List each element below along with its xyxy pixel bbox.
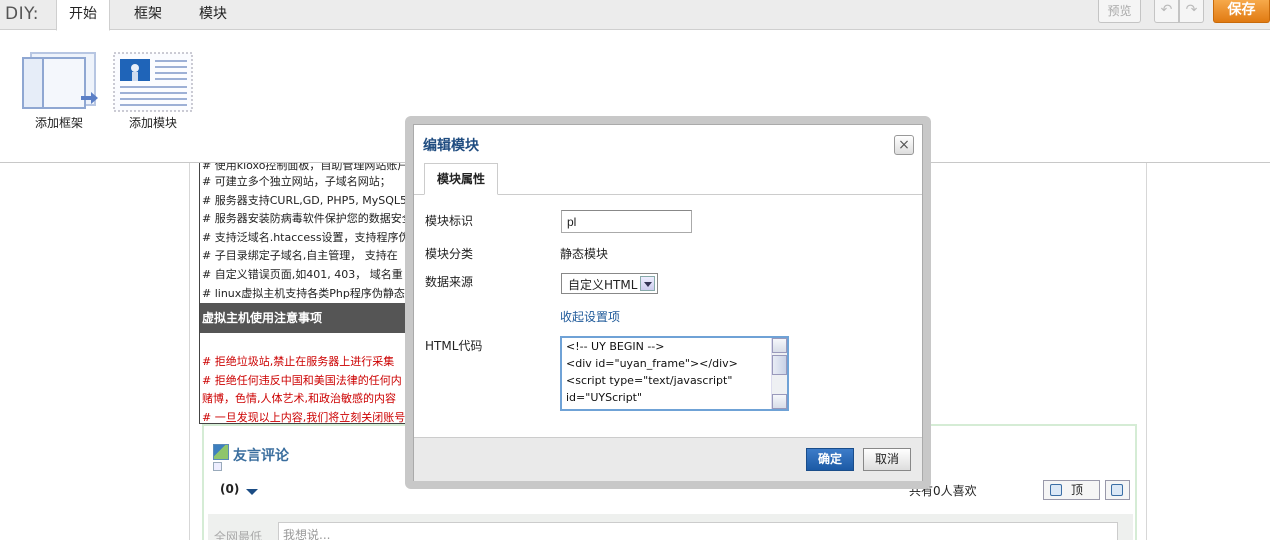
html-code-textarea[interactable]: <!-- UY BEGIN --> <div id="uyan_frame"><… (560, 336, 789, 411)
redo-icon: ↷ (1185, 2, 1198, 18)
diy-brand-label: DIY: (5, 4, 39, 24)
info-line: # 使用kloxo控制面板，自助管理网站账户 (202, 163, 409, 172)
notice-line: # 一旦发现以上内容,我们将立刻关闭账号 (202, 410, 406, 424)
module-category-value: 静态模块 (560, 247, 609, 261)
add-frame-icon (19, 52, 99, 112)
thumbs-up-label: 顶 (1071, 483, 1084, 497)
html-code-label: HTML代码 (425, 339, 483, 353)
info-line: # 支持泛域名.htaccess设置，支持程序伪 (202, 230, 410, 244)
thumbs-up-icon (1050, 484, 1062, 496)
module-id-label: 模块标识 (425, 214, 474, 228)
info-line: # 自定义错误页面,如401, 403， 域名重 (202, 267, 403, 281)
tab-module-properties[interactable]: 模块属性 (424, 163, 498, 195)
confirm-button[interactable]: 确定 (806, 448, 854, 471)
add-module-icon (113, 52, 193, 112)
hosting-info-block: # 使用kloxo控制面板，自助管理网站账户 # 可建立多个独立网站，子域名网站… (199, 163, 429, 424)
preview-button[interactable]: 预览 (1098, 0, 1141, 23)
add-module-label: 添加模块 (128, 116, 177, 130)
dialog-footer: 确定 取消 (414, 437, 922, 481)
add-frame-label: 添加框架 (34, 116, 83, 130)
info-line: # 服务器安装防病毒软件保护您的数据安全 (202, 212, 413, 226)
chevron-down-icon[interactable] (640, 276, 655, 291)
comment-input[interactable]: 我想说... (278, 522, 1118, 540)
tab-start[interactable]: 开始 (56, 0, 110, 31)
uyan-logo-icon (213, 444, 229, 460)
scroll-down-icon[interactable] (772, 394, 787, 409)
notice-line: 赌博，色情,人体艺术,和政治敏感的内容 (202, 392, 396, 406)
module-id-input[interactable] (561, 210, 692, 233)
comment-option-checkbox[interactable] (213, 462, 222, 471)
info-line: # linux虚拟主机支持各类Php程序伪静态 (202, 286, 405, 300)
info-line: # 服务器支持CURL,GD, PHP5, MySQL5, (202, 193, 411, 207)
add-module-tool[interactable]: 添加模块 (113, 52, 193, 131)
scroll-up-icon[interactable] (772, 338, 787, 353)
info-line: # 可建立多个独立网站，子域名网站； (202, 175, 391, 188)
info-line: # 子目录绑定子域名,自主管理， 支持在 (202, 249, 398, 263)
edit-module-dialog: 编辑模块 × 模块属性 模块标识 模块分类 静态模块 数据来源 自定义HTML … (413, 124, 923, 481)
tab-module[interactable]: 模块 (187, 0, 239, 31)
module-category-label: 模块分类 (425, 247, 474, 261)
comment-title[interactable]: 友言评论 (233, 445, 289, 465)
thumbs-down-button[interactable] (1105, 480, 1130, 500)
cancel-button[interactable]: 取消 (863, 448, 911, 471)
thumbs-up-button[interactable]: 顶 (1043, 480, 1100, 500)
textarea-scrollbar[interactable] (771, 338, 787, 409)
data-source-value: 自定义HTML (568, 278, 638, 292)
html-code-content: <!-- UY BEGIN --> <div id="uyan_frame"><… (566, 340, 754, 409)
comment-count: (0) (220, 482, 240, 496)
redo-button[interactable]: ↷ (1179, 0, 1204, 23)
add-frame-tool[interactable]: 添加框架 (19, 52, 99, 131)
caret-down-icon[interactable] (246, 489, 258, 495)
undo-button[interactable]: ↶ (1154, 0, 1179, 23)
thumbs-down-icon (1111, 484, 1123, 496)
scroll-thumb[interactable] (772, 355, 787, 375)
close-icon[interactable]: × (894, 135, 914, 155)
data-source-select[interactable]: 自定义HTML (561, 273, 658, 294)
data-source-label: 数据来源 (425, 275, 474, 289)
save-button[interactable]: 保存 (1213, 0, 1270, 23)
diy-tab-bar: DIY: 开始 框架 模块 预览 ↶ ↷ 保存 (0, 0, 1270, 31)
dialog-title: 编辑模块 (423, 138, 479, 154)
tab-frame[interactable]: 框架 (122, 0, 174, 31)
notice-line: # 拒绝任何违反中国和美国法律的任何内 (202, 373, 402, 387)
notice-heading: 虚拟主机使用注意事项 (200, 303, 428, 334)
notice-line: # 拒绝垃圾站,禁止在服务器上进行采集 (202, 355, 395, 369)
collapse-settings-link[interactable]: 收起设置项 (560, 308, 620, 325)
undo-icon: ↶ (1160, 2, 1173, 18)
network-label: 全网最低 (214, 530, 263, 540)
